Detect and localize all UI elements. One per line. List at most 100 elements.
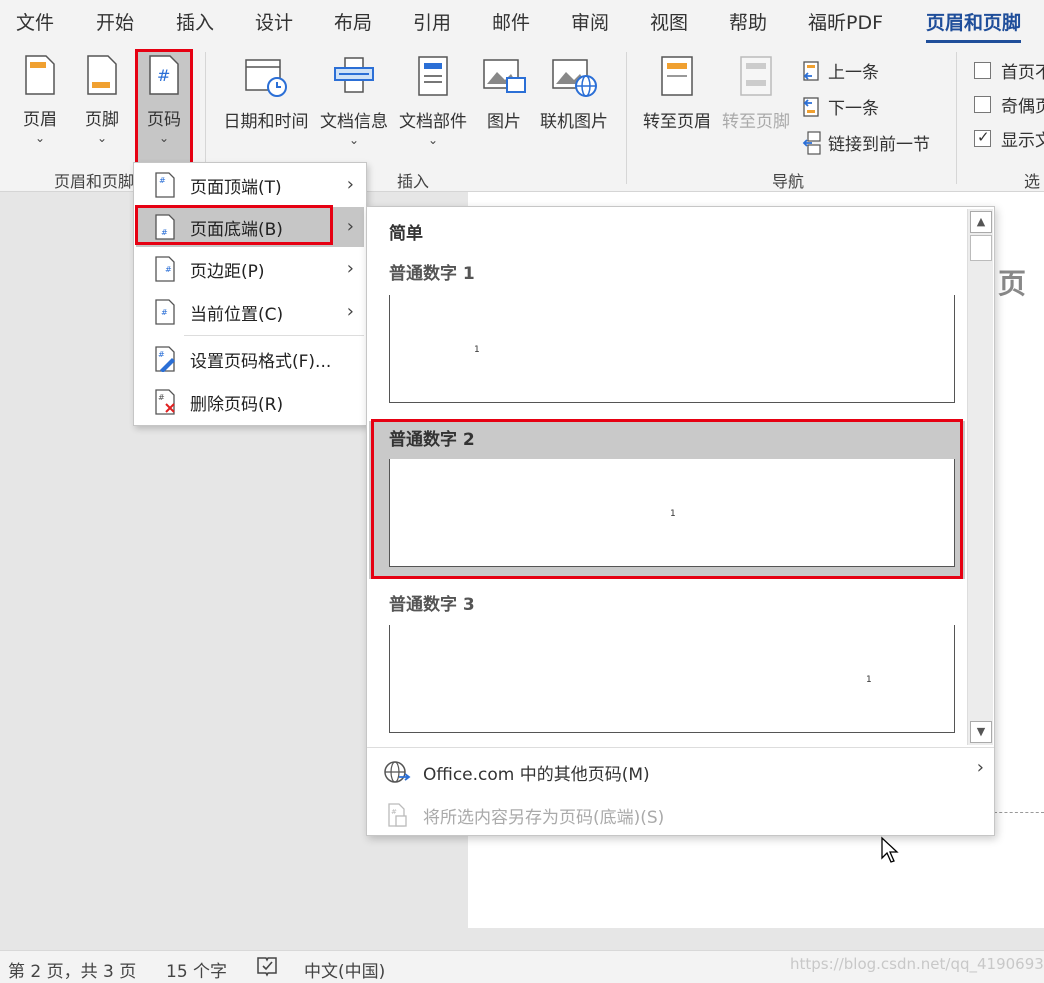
menu-item-page-margins[interactable]: # 页边距(P) › bbox=[136, 249, 364, 289]
goto-header-button[interactable]: 转至页眉 bbox=[640, 54, 714, 132]
page-number-preview: 1 bbox=[474, 345, 480, 355]
show-doc-label: 显示文 bbox=[1001, 131, 1044, 151]
goto-footer-icon bbox=[740, 56, 772, 96]
chevron-right-icon: › bbox=[346, 258, 354, 279]
footer-icon bbox=[87, 55, 117, 95]
word-count[interactable]: 15 个字 bbox=[166, 957, 227, 982]
tab-foxit-pdf[interactable]: 福昕PDF bbox=[808, 8, 883, 35]
show-doc-option[interactable]: 显示文 bbox=[974, 126, 1044, 151]
picture-icon bbox=[483, 59, 526, 93]
next-button[interactable]: 下一条 bbox=[802, 94, 879, 119]
highlight-box bbox=[135, 49, 193, 165]
chevron-down-icon: ⌄ bbox=[427, 133, 439, 147]
chevron-right-icon: › bbox=[976, 757, 984, 778]
proofing-book-icon[interactable] bbox=[256, 955, 278, 982]
date-time-button[interactable]: 日期和时间 bbox=[222, 54, 310, 132]
gallery-item-title: 普通数字 1 bbox=[389, 264, 475, 284]
first-page-label: 首页不 bbox=[1001, 63, 1044, 83]
next-icon bbox=[803, 96, 819, 117]
scroll-down-icon[interactable]: ▼ bbox=[970, 721, 992, 743]
gallery-item-plain-number-1[interactable]: 1 bbox=[389, 295, 955, 403]
svg-text:#: # bbox=[158, 350, 165, 359]
menu-item-current-position[interactable]: # 当前位置(C) › bbox=[136, 292, 364, 332]
tab-references[interactable]: 引用 bbox=[413, 8, 451, 35]
first-page-checkbox[interactable] bbox=[974, 62, 991, 79]
more-page-numbers-label: Office.com 中的其他页码(M) bbox=[423, 764, 650, 785]
odd-even-checkbox[interactable] bbox=[974, 96, 991, 113]
picture-label: 图片 bbox=[487, 112, 521, 132]
previous-label: 上一条 bbox=[828, 63, 879, 83]
goto-header-label: 转至页眉 bbox=[643, 112, 711, 132]
scroll-up-icon[interactable]: ▲ bbox=[970, 211, 992, 233]
tab-review[interactable]: 审阅 bbox=[571, 8, 609, 35]
tab-design[interactable]: 设计 bbox=[255, 8, 293, 35]
menu-item-top-of-page[interactable]: # 页面顶端(T) › bbox=[136, 165, 364, 205]
link-previous-label: 链接到前一节 bbox=[828, 135, 930, 155]
footer-boundary-line bbox=[994, 812, 1044, 813]
group-label-insert: 插入 bbox=[397, 172, 430, 191]
tab-help[interactable]: 帮助 bbox=[729, 8, 767, 35]
svg-text:#: # bbox=[161, 308, 168, 317]
gallery-item-plain-number-3[interactable]: 1 bbox=[389, 625, 955, 733]
tab-layout[interactable]: 布局 bbox=[334, 8, 372, 35]
tab-insert[interactable]: 插入 bbox=[176, 8, 214, 35]
highlight-box bbox=[371, 419, 963, 579]
menu-separator bbox=[184, 335, 364, 336]
tab-view[interactable]: 视图 bbox=[650, 8, 688, 35]
group-label-options: 选 bbox=[1024, 172, 1041, 191]
online-picture-label: 联机图片 bbox=[540, 112, 608, 132]
ribbon-tab-bar: 文件 开始 插入 设计 布局 引用 邮件 审阅 视图 帮助 福昕PDF 页眉和页… bbox=[0, 0, 1044, 44]
doc-info-button[interactable]: 文档信息 ⌄ bbox=[318, 54, 390, 146]
group-separator bbox=[626, 52, 627, 184]
chevron-down-icon: ⌄ bbox=[348, 133, 360, 147]
online-picture-icon bbox=[552, 59, 597, 97]
page-margin-icon: # bbox=[155, 256, 175, 282]
menu-item-label: 设置页码格式(F)... bbox=[190, 351, 332, 372]
tab-header-footer[interactable]: 页眉和页脚 bbox=[926, 8, 1022, 43]
doc-parts-button[interactable]: 文档部件 ⌄ bbox=[397, 54, 469, 146]
header-button[interactable]: 页眉 ⌄ bbox=[18, 54, 62, 144]
remove-page-number-icon: # bbox=[155, 389, 175, 415]
save-selection-button[interactable]: # 将所选内容另存为页码(底端)(S) bbox=[383, 802, 664, 828]
watermark: https://blog.csdn.net/qq_41906934 bbox=[790, 955, 1044, 973]
chevron-right-icon: › bbox=[346, 301, 354, 322]
page-top-icon: # bbox=[155, 172, 175, 198]
menu-item-remove-page-numbers[interactable]: # 删除页码(R) bbox=[136, 382, 364, 422]
tab-file[interactable]: 文件 bbox=[16, 8, 54, 35]
menu-item-format-page-numbers[interactable]: # 设置页码格式(F)... bbox=[136, 339, 364, 379]
odd-even-option[interactable]: 奇偶页 bbox=[974, 92, 1044, 117]
tab-home[interactable]: 开始 bbox=[96, 8, 134, 35]
tab-mailings[interactable]: 邮件 bbox=[492, 8, 530, 35]
chevron-right-icon: › bbox=[346, 216, 354, 237]
page-number-preview: 1 bbox=[866, 675, 872, 685]
svg-text:#: # bbox=[165, 265, 172, 274]
page-number-menu: # 页面顶端(T) › # 页面底端(B) › # 页边距(P) › # 当前位… bbox=[133, 162, 367, 426]
picture-button[interactable]: 图片 bbox=[480, 54, 528, 132]
footer-button[interactable]: 页脚 ⌄ bbox=[80, 54, 124, 144]
doc-info-label: 文档信息 bbox=[320, 112, 388, 132]
document-heading: 页 bbox=[998, 267, 1027, 300]
format-page-number-icon: # bbox=[155, 346, 175, 372]
calendar-clock-icon bbox=[245, 59, 287, 97]
link-previous-button[interactable]: 链接到前一节 bbox=[802, 130, 930, 155]
header-icon bbox=[25, 55, 55, 95]
previous-button[interactable]: 上一条 bbox=[802, 58, 879, 83]
globe-doc-icon bbox=[384, 761, 411, 783]
footer-label: 页脚 bbox=[85, 110, 119, 130]
svg-text:#: # bbox=[158, 393, 165, 402]
first-page-option[interactable]: 首页不 bbox=[974, 58, 1044, 83]
date-time-label: 日期和时间 bbox=[223, 112, 309, 132]
odd-even-label: 奇偶页 bbox=[1001, 97, 1044, 117]
goto-footer-button[interactable]: 转至页脚 bbox=[719, 54, 793, 132]
more-page-numbers-office-button[interactable]: Office.com 中的其他页码(M) bbox=[383, 759, 650, 785]
show-doc-checkbox[interactable] bbox=[974, 128, 991, 147]
gallery-category-title: 简单 bbox=[389, 224, 423, 244]
page-info[interactable]: 第 2 页，共 3 页 bbox=[8, 957, 136, 982]
scroll-thumb[interactable] bbox=[970, 235, 992, 261]
online-picture-button[interactable]: 联机图片 bbox=[538, 54, 610, 132]
language-indicator[interactable]: 中文(中国) bbox=[304, 957, 385, 982]
gallery-scrollbar[interactable]: ▲ ▼ bbox=[967, 209, 993, 745]
chevron-down-icon: ⌄ bbox=[34, 131, 46, 145]
highlight-box bbox=[135, 205, 333, 245]
group-label-navigation: 导航 bbox=[772, 172, 805, 191]
